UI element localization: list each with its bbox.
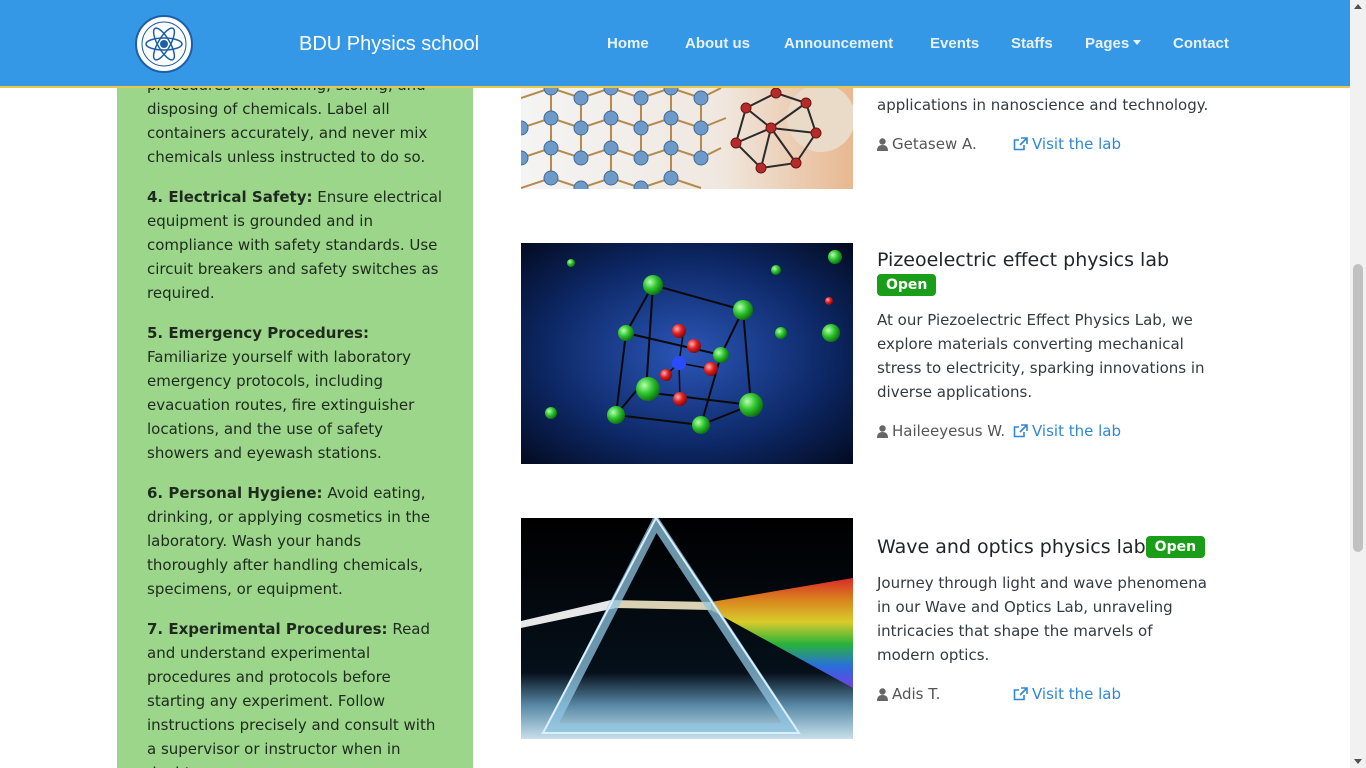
open-badge: Open: [877, 274, 937, 296]
page-scrollbar[interactable]: [1350, 0, 1366, 768]
external-link-icon: [1013, 137, 1028, 155]
lab-title-row: Wave and optics physics lab Open: [877, 536, 1206, 558]
brand-title[interactable]: BDU Physics school: [299, 33, 479, 56]
external-link-icon: [1013, 687, 1028, 705]
nav-contact[interactable]: Contact: [1173, 35, 1229, 52]
crystal-lattice-image: [521, 243, 853, 464]
safety-rules-list: procedures for handling, storing, and di…: [147, 73, 443, 768]
caret-down-icon: [1133, 40, 1142, 45]
nav-staffs[interactable]: Staffs: [1011, 35, 1053, 52]
safety-rule-electrical: 4. Electrical Safety: Ensure electrical …: [147, 188, 443, 302]
external-link-icon: [1013, 424, 1028, 442]
safety-rule-experimental: 7. Experimental Procedures: Read and und…: [147, 620, 436, 768]
school-logo[interactable]: [134, 14, 194, 74]
visit-lab-link[interactable]: Visit the lab: [1013, 685, 1121, 705]
safety-rule-hygiene: 6. Personal Hygiene: Avoid eating, drink…: [147, 484, 431, 598]
lab-image-nanostructure: [521, 88, 853, 189]
scroll-up-arrow-icon[interactable]: [1354, 4, 1362, 9]
lab-image-prism: [521, 518, 853, 739]
lab-description: applications in nanoscience and technolo…: [877, 96, 1209, 114]
scrollbar-thumb[interactable]: [1353, 264, 1363, 552]
top-navbar: BDU Physics school Home About us Announc…: [0, 0, 1350, 88]
prism-image: [521, 518, 853, 739]
lab-description: At our Piezoelectric Effect Physics Lab,…: [877, 311, 1205, 401]
atom-logo-icon: [135, 15, 193, 73]
open-badge: Open: [1145, 536, 1206, 558]
safety-rule-emergency: 5. Emergency Procedures: Familiarize you…: [147, 324, 415, 462]
user-icon: [877, 424, 888, 442]
user-icon: [877, 137, 888, 155]
nav-pages-dropdown[interactable]: Pages: [1085, 35, 1142, 52]
nav-home[interactable]: Home: [607, 35, 649, 52]
lab-title[interactable]: Pizeoelectric effect physics lab: [877, 249, 1169, 271]
lab-image-crystal: [521, 243, 853, 464]
lab-description: Journey through light and wave phenomena…: [877, 574, 1207, 664]
nav-announcement[interactable]: Announcement: [784, 35, 893, 52]
lab-author: Getasew A.: [877, 135, 977, 155]
lab-title[interactable]: Wave and optics physics lab: [877, 536, 1146, 558]
user-icon: [877, 687, 888, 705]
nav-about-us[interactable]: About us: [685, 35, 750, 52]
nanostructure-image: [521, 88, 853, 189]
visit-lab-link[interactable]: Visit the lab: [1013, 422, 1121, 442]
lab-author: Adis T.: [877, 685, 940, 705]
visit-lab-link[interactable]: Visit the lab: [1013, 135, 1121, 155]
lab-author: Haileeyesus W.: [877, 422, 1005, 442]
scroll-down-arrow-icon[interactable]: [1354, 759, 1362, 764]
nav-events[interactable]: Events: [930, 35, 979, 52]
